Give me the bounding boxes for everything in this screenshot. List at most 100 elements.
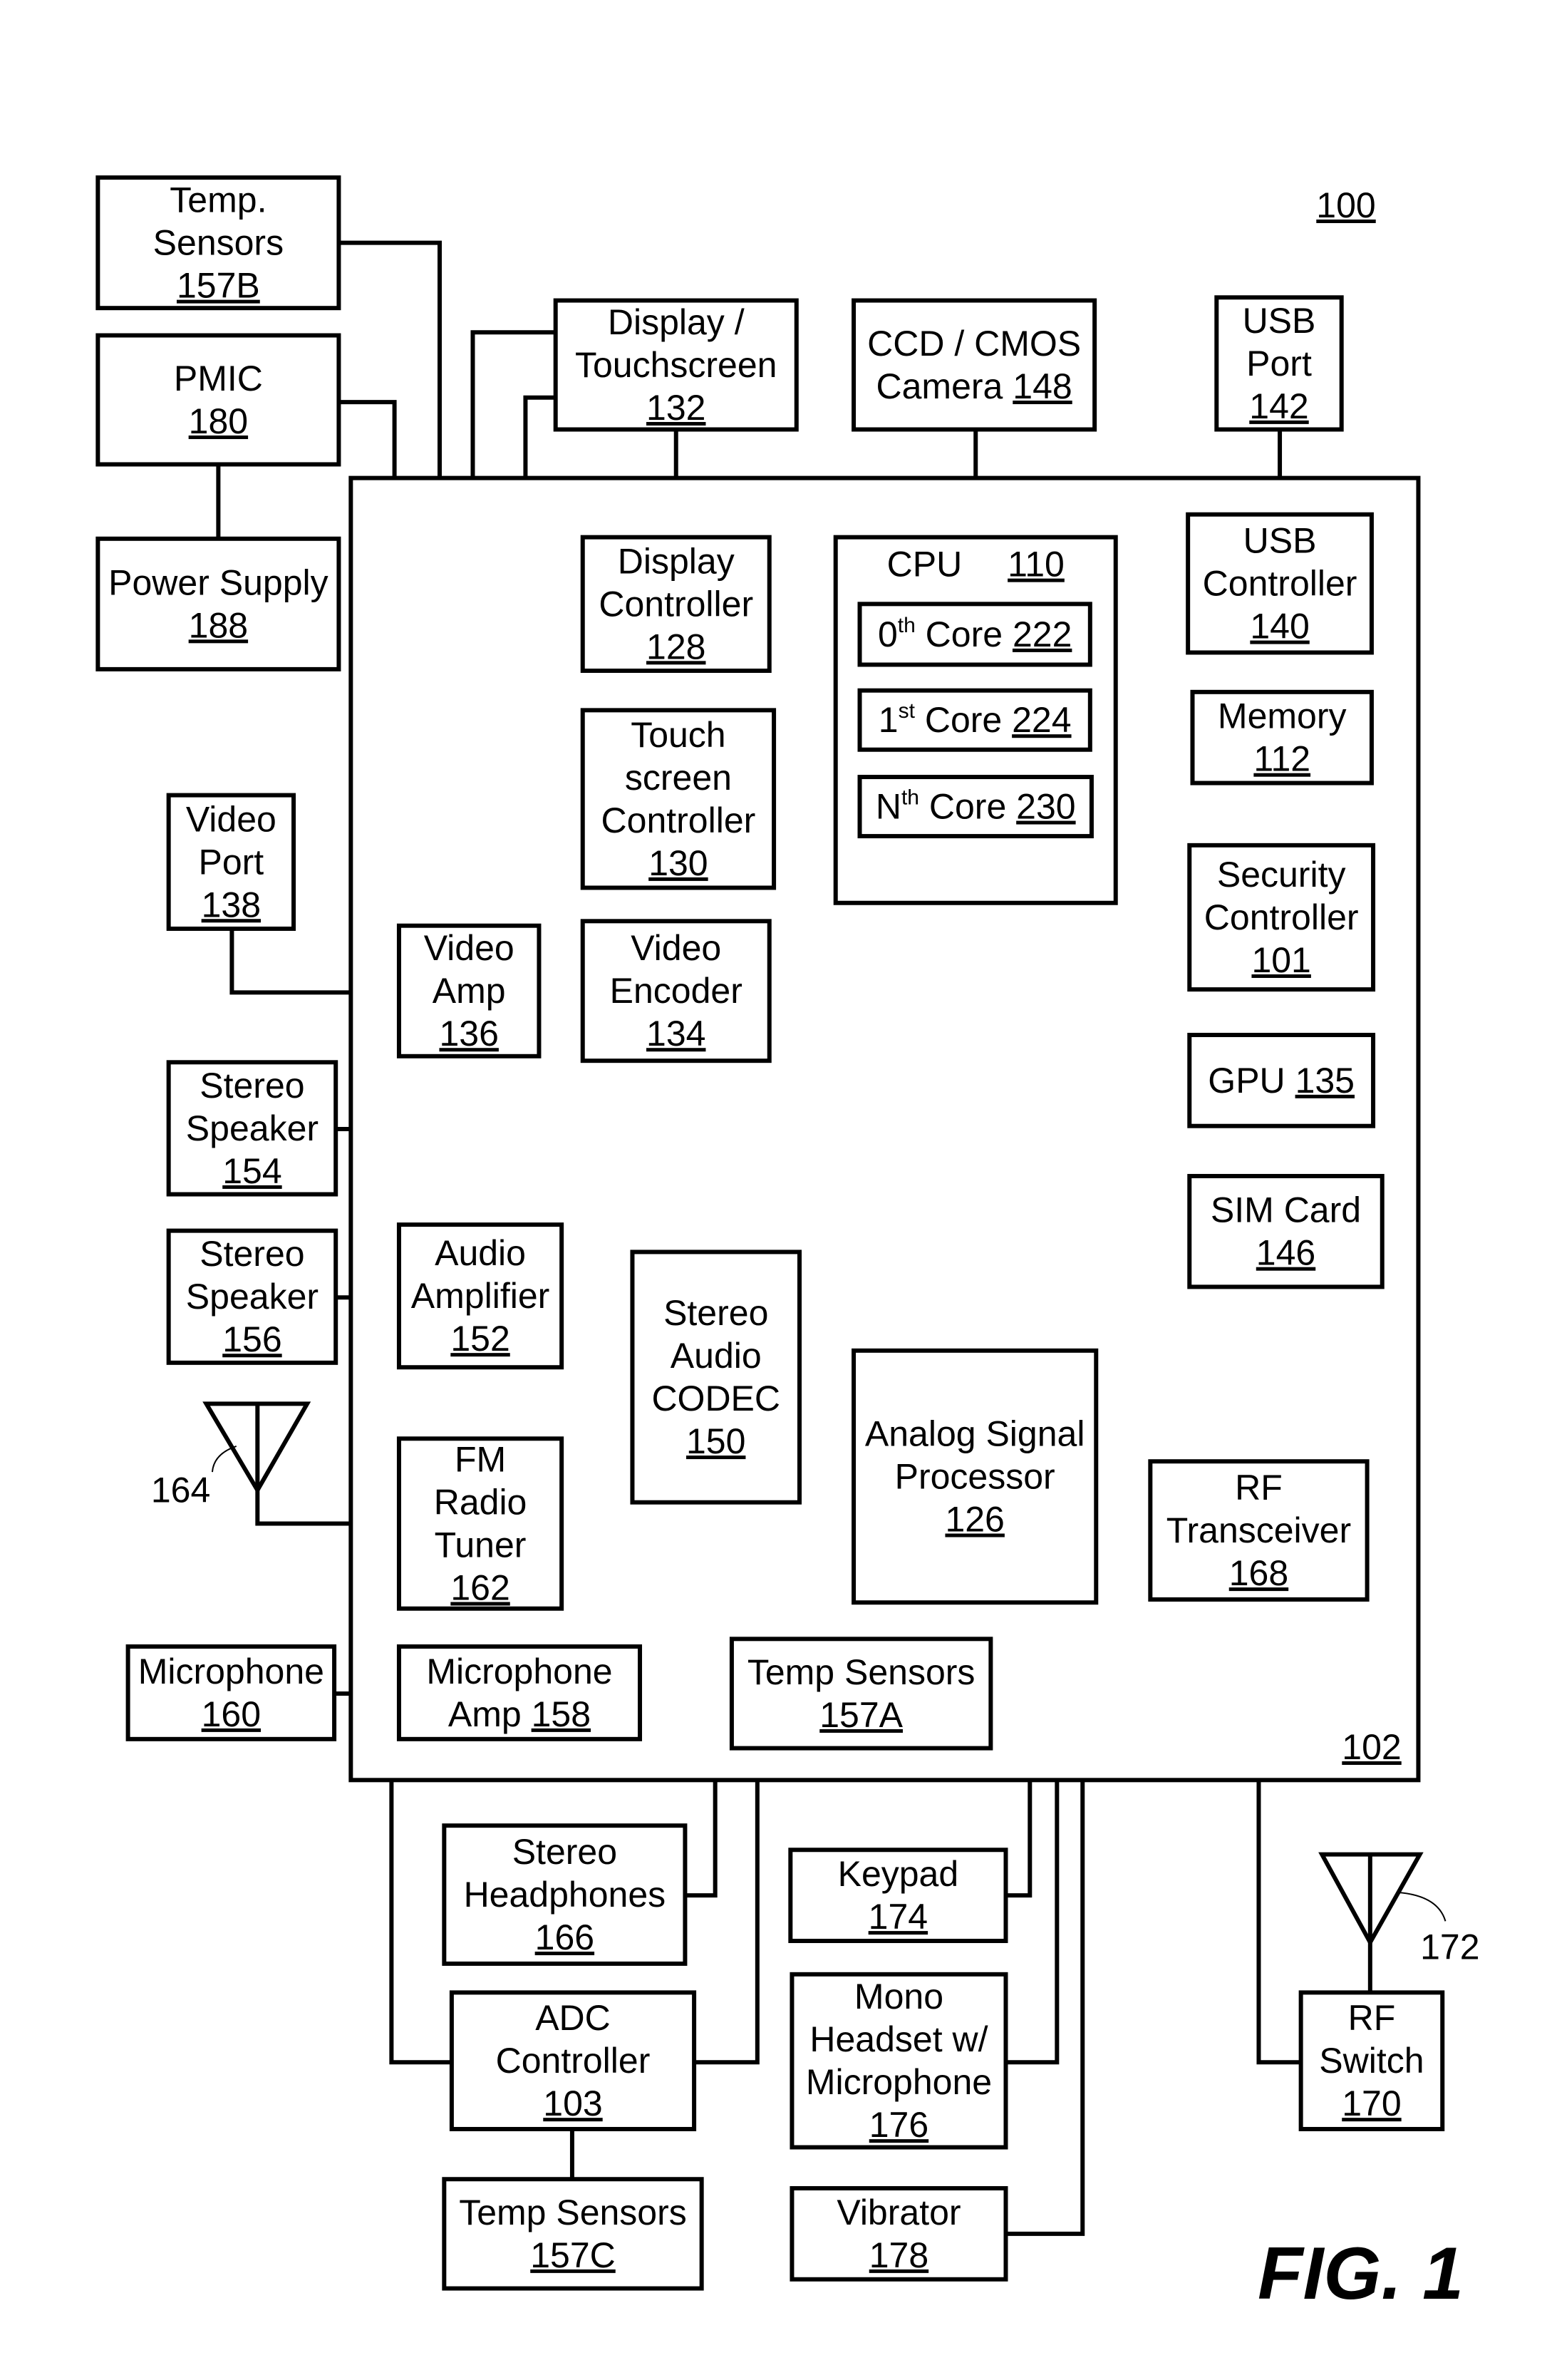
touchscreen-controller-label: screen: [625, 758, 732, 798]
rf-switch-block: RFSwitch170: [1298, 1990, 1445, 2131]
temp-sensors-157b-block: Temp.Sensors157B: [95, 175, 341, 311]
microphone-ref: 160: [202, 1694, 261, 1734]
video-encoder-label: Encoder: [610, 971, 742, 1011]
security-controller-label: Security: [1217, 855, 1346, 895]
stereo-audio-codec-ref: 150: [686, 1421, 745, 1461]
rf-switch-label: RF: [1348, 1998, 1396, 2038]
microphone-label: Microphone: [138, 1652, 324, 1691]
fm-radio-tuner-ref: 162: [450, 1568, 509, 1608]
temp-sensors-157c-block: Temp Sensors157C: [442, 2177, 704, 2291]
security-controller-ref: 101: [1251, 940, 1310, 980]
rf-transceiver-ref: 168: [1229, 1553, 1288, 1593]
rf-transceiver-block: RFTransceiver168: [1148, 1459, 1370, 1602]
device-reference-label: 100: [1316, 185, 1375, 225]
usb-controller-block: USBController140: [1186, 512, 1374, 655]
connection-wire: [336, 400, 397, 480]
fm-radio-tuner-label: Radio: [434, 1483, 527, 1523]
microphone-amp-label: Amp 158: [448, 1694, 591, 1734]
fm-radio-tuner-label: FM: [455, 1440, 506, 1480]
figure-label: FIG. 1: [1258, 2232, 1464, 2315]
power-supply-box: [95, 536, 341, 671]
usb-controller-label: USB: [1243, 521, 1317, 561]
sim-card-ref: 146: [1256, 1233, 1315, 1273]
rf-switch-ref: 170: [1342, 2083, 1401, 2123]
analog-signal-processor-ref: 126: [945, 1500, 1004, 1540]
touchscreen-controller-block: TouchscreenController130: [580, 708, 777, 890]
microphone-block: Microphone160: [125, 1644, 337, 1741]
temp-sensors-157a-label: Temp Sensors: [747, 1652, 976, 1692]
usb-controller-label: Controller: [1203, 564, 1357, 604]
security-controller-label: Controller: [1204, 897, 1359, 937]
keypad-label: Keypad: [838, 1854, 959, 1894]
stereo-speaker-154-label: Stereo: [200, 1066, 304, 1106]
temp-sensors-157b-ref: 157B: [177, 266, 260, 306]
audio-amplifier-ref: 152: [450, 1319, 509, 1359]
pmic-block: PMIC180: [95, 333, 341, 467]
vibrator-block: Vibrator178: [790, 2186, 1008, 2282]
reference-number: 135: [1295, 1061, 1355, 1101]
temp-sensors-157b-label: Temp.: [170, 180, 267, 220]
mono-headset-ref: 176: [869, 2105, 928, 2145]
temp-sensors-157a-ref: 157A: [819, 1695, 903, 1735]
camera-label: CCD / CMOS: [867, 324, 1081, 364]
leader-line: [1397, 1891, 1447, 1922]
pmic-ref: 180: [189, 401, 248, 441]
power-supply-label: Power Supply: [108, 562, 328, 602]
display-touchscreen-ref: 132: [646, 388, 705, 428]
reference-number: 158: [532, 1694, 591, 1734]
camera-box: [852, 298, 1097, 432]
display-controller-ref: 128: [646, 627, 705, 666]
stereo-speaker-156-block: StereoSpeaker156: [166, 1228, 338, 1365]
display-touchscreen-block: Display /Touchscreen132: [553, 298, 799, 432]
video-port-label: Port: [198, 842, 264, 882]
video-amp-block: VideoAmp136: [396, 923, 542, 1058]
mono-headset-label: Headset w/: [809, 2019, 988, 2059]
analog-signal-processor-label: Processor: [895, 1457, 1055, 1497]
touchscreen-controller-label: Touch: [631, 715, 725, 755]
stereo-speaker-154-block: StereoSpeaker154: [166, 1060, 338, 1197]
connection-wire: [336, 240, 442, 480]
adc-controller-label: Controller: [496, 2041, 651, 2081]
touchscreen-controller-ref: 130: [648, 843, 708, 883]
gpu-label: GPU 135: [1208, 1061, 1355, 1101]
microphone-amp-block: MicrophoneAmp 158: [396, 1644, 643, 1741]
stereo-headphones-label: Stereo: [512, 1832, 617, 1872]
analog-signal-processor-label: Analog Signal: [865, 1414, 1085, 1454]
vibrator-ref: 178: [869, 2235, 928, 2275]
fm-antenna: 164: [151, 1401, 311, 1510]
stereo-audio-codec-label: Stereo: [663, 1293, 768, 1333]
sim-card-label: SIM Card: [1211, 1190, 1361, 1230]
reference-number: 110: [1008, 545, 1065, 584]
rf-antenna: 172: [1318, 1852, 1480, 1967]
adc-controller-ref: 103: [543, 2083, 602, 2123]
video-encoder-label: Video: [631, 928, 721, 968]
display-touchscreen-label: Touchscreen: [575, 345, 777, 385]
usb-port-label: Port: [1246, 344, 1312, 383]
component-blocks: Temp.Sensors157B PMIC180 Power Supply188 Di…: [95, 175, 1445, 2291]
video-encoder-ref: 134: [646, 1014, 705, 1054]
video-amp-ref: 136: [439, 1014, 498, 1054]
temp-sensors-157a-block: Temp Sensors157A: [729, 1637, 993, 1751]
microphone-amp-label: Microphone: [426, 1652, 612, 1691]
stereo-headphones-ref: 166: [535, 1917, 594, 1957]
security-controller-block: SecurityController101: [1187, 843, 1376, 992]
core-1-block: 1st Core 224: [857, 688, 1092, 752]
camera-label: Camera 148: [876, 366, 1072, 406]
block-diagram: Temp.Sensors157B PMIC180 Power Supply188 Di…: [95, 175, 1480, 2315]
stereo-speaker-154-label: Speaker: [186, 1108, 319, 1148]
stereo-speaker-156-label: Speaker: [186, 1277, 319, 1317]
display-controller-label: Display: [618, 541, 735, 581]
display-controller-label: Controller: [599, 584, 753, 624]
rf-antenna-ref: 172: [1420, 1927, 1479, 1967]
connection-wire: [692, 1746, 760, 2065]
core-0-block: 0th Core 222: [857, 602, 1092, 667]
rf-switch-label: Switch: [1319, 2041, 1424, 2081]
fm-antenna-ref: 164: [151, 1470, 210, 1510]
stereo-headphones-block: StereoHeadphones166: [442, 1823, 688, 1966]
keypad-block: Keypad174: [788, 1848, 1008, 1943]
touchscreen-controller-label: Controller: [601, 800, 756, 840]
video-amp-label: Video: [424, 928, 514, 968]
temp-sensors-157c-label: Temp Sensors: [459, 2193, 687, 2232]
stereo-audio-codec-label: CODEC: [651, 1379, 780, 1418]
memory-ref: 112: [1253, 739, 1310, 779]
